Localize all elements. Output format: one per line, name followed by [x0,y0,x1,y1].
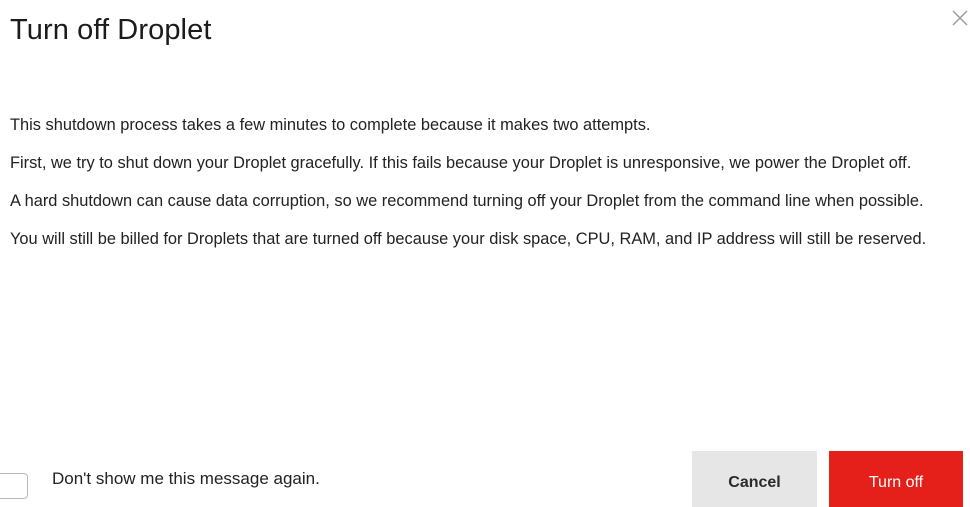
billing-notice-paragraph: You will still be billed for Droplets th… [10,230,927,248]
dialog-body: This shutdown process takes a few minute… [10,113,965,265]
turn-off-droplet-dialog: Turn off Droplet This shutdown process t… [0,0,970,507]
close-icon [952,10,968,26]
data-corruption-warning-paragraph: A hard shutdown can cause data corruptio… [10,192,924,210]
dont-show-again-label[interactable]: Don't show me this message again. [52,469,320,489]
dont-show-again-checkbox[interactable] [0,473,28,499]
dialog-title: Turn off Droplet [10,14,212,46]
cancel-button[interactable]: Cancel [692,451,817,507]
close-button[interactable] [948,6,970,28]
dont-show-again-option: Don't show me this message again. [0,462,320,499]
graceful-shutdown-paragraph: First, we try to shut down your Droplet … [10,154,912,172]
shutdown-info-paragraph: This shutdown process takes a few minute… [10,116,651,134]
turn-off-button[interactable]: Turn off [829,451,963,507]
